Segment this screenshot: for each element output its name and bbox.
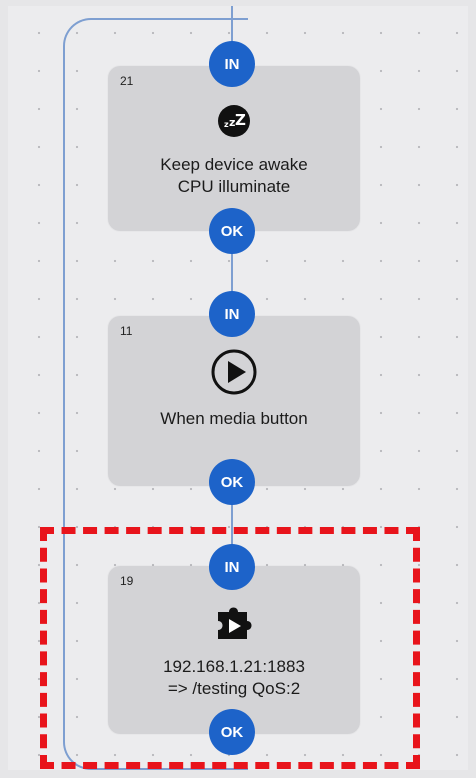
block-title-line2: CPU illuminate: [177, 177, 291, 196]
top-edge: [8, 0, 468, 6]
flow-canvas[interactable]: 21 z z Z Keep device awake CPU illuminat…: [8, 6, 468, 770]
top-connector: [231, 6, 233, 46]
block-title-line1: When media button: [160, 409, 308, 428]
highlight-box: [40, 527, 420, 769]
block-number: 11: [120, 324, 133, 338]
in-port-block-21[interactable]: IN: [209, 41, 255, 87]
sleep-zzz-icon: z z Z: [217, 104, 251, 138]
block-number: 21: [120, 74, 134, 88]
svg-text:Z: Z: [235, 111, 246, 129]
block-title-line1: Keep device awake: [160, 155, 308, 174]
ok-port-block-11[interactable]: OK: [209, 459, 255, 505]
play-icon: [210, 348, 258, 396]
ok-port-block-21[interactable]: OK: [209, 208, 255, 254]
block-keep-awake[interactable]: 21 z z Z Keep device awake CPU illuminat…: [108, 66, 360, 231]
in-port-block-11[interactable]: IN: [209, 291, 255, 337]
